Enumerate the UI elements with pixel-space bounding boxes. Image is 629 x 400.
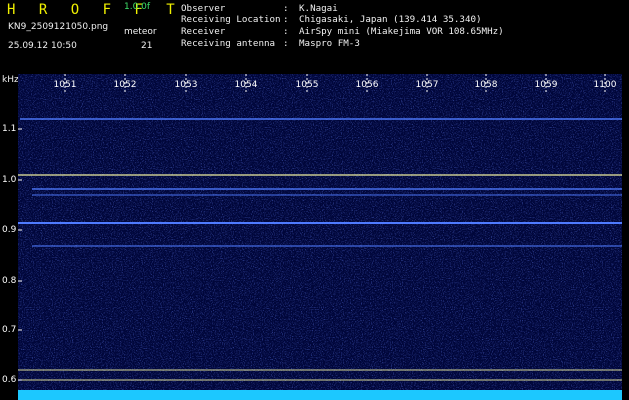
location-separator: : [283, 14, 289, 25]
y-tick-label: 0.9 [2, 225, 17, 235]
location-label: Receiving Location [181, 14, 281, 25]
noise-texture [18, 74, 622, 400]
antenna-value: Maspro FM-3 [299, 38, 360, 49]
x-tick-label: 1059 [534, 80, 558, 90]
detection-count: 21 [141, 41, 153, 51]
x-tick-label: 1056 [355, 80, 379, 90]
app-version: 1.0.0f [124, 2, 151, 12]
location-value: Chigasaki, Japan (139.414 35.340) [299, 14, 482, 25]
x-tick-label: 1052 [113, 80, 137, 90]
observer-label: Observer [181, 3, 226, 14]
x-tick-label: 1057 [415, 80, 439, 90]
x-tick-label: 1053 [174, 80, 198, 90]
x-tick-label: 1058 [474, 80, 498, 90]
x-tick-label: 1100 [593, 80, 617, 90]
spectrogram [18, 74, 622, 400]
noise-floor-band [18, 390, 622, 400]
antenna-separator: : [283, 38, 289, 49]
y-tick-label: 0.7 [2, 325, 17, 335]
y-tick-label: 0.8 [2, 276, 17, 286]
x-tick-label: 1054 [234, 80, 258, 90]
y-tick-label: 1.1 [2, 124, 17, 134]
spectrogram-canvas [18, 74, 622, 400]
receiver-separator: : [283, 26, 289, 37]
mode-label: meteor [124, 27, 157, 37]
antenna-label: Receiving antenna [181, 38, 276, 49]
y-axis-unit: kHz [2, 75, 19, 85]
y-tick-label: 0.6 [2, 375, 17, 385]
app-logo: H R O F F T [7, 2, 183, 18]
header-panel: H R O F F T 1.0.0f KN9_2509121050.png me… [0, 0, 629, 74]
y-tick-label: 1.0 [2, 175, 17, 185]
observer-separator: : [283, 3, 289, 14]
hrofft-window: { "app": { "name": "H R O F F T", "versi… [0, 0, 629, 400]
timestamp: 25.09.12 10:50 [8, 41, 77, 51]
observer-value: K.Nagai [299, 3, 338, 14]
receiver-value: AirSpy mini (Miakejima VOR 108.65MHz) [299, 26, 504, 37]
x-tick-label: 1051 [53, 80, 77, 90]
file-name: KN9_2509121050.png [8, 22, 109, 32]
receiver-label: Receiver [181, 26, 226, 37]
x-tick-label: 1055 [295, 80, 319, 90]
